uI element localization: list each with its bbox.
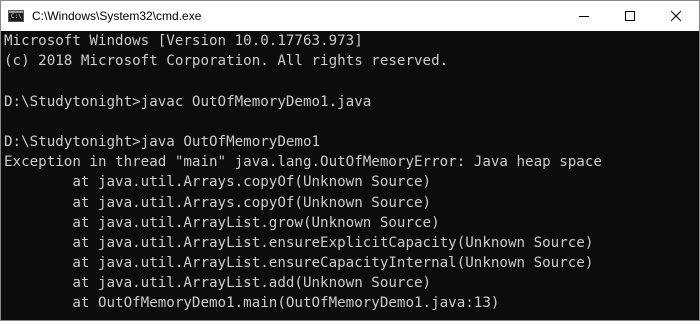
console-output[interactable]: Microsoft Windows [Version 10.0.17763.97… [1, 31, 699, 320]
cmd-icon-glyph: C:\ [11, 13, 22, 20]
window-title: C:\Windows\System32\cmd.exe [32, 9, 202, 23]
title-bar[interactable]: C:\ C:\Windows\System32\cmd.exe [1, 1, 699, 31]
console-line: Exception in thread "main" java.lang.Out… [4, 154, 602, 171]
console-line: at java.util.ArrayList.grow(Unknown Sour… [4, 214, 440, 231]
close-button[interactable] [653, 1, 699, 31]
console-line: at java.util.ArrayList.add(Unknown Sourc… [4, 275, 432, 292]
close-icon [671, 11, 681, 21]
console-line: at java.util.ArrayList.ensureExplicitCap… [4, 234, 594, 251]
console-line: Microsoft Windows [Version 10.0.17763.97… [4, 33, 363, 49]
console-lines: Microsoft Windows [Version 10.0.17763.97… [4, 31, 602, 314]
console-line: (c) 2018 Microsoft Corporation. All righ… [4, 53, 449, 70]
console-line: at java.util.ArrayList.ensureCapacityInt… [4, 255, 594, 272]
minimize-button[interactable] [561, 1, 607, 31]
console-line: D:\Studytonight>java OutOfMemoryDemo1 [4, 133, 321, 150]
console-line: D:\Studytonight>javac OutOfMemoryDemo1.j… [4, 93, 372, 110]
maximize-button[interactable] [607, 1, 653, 31]
cmd-console-icon[interactable]: C:\ [8, 10, 24, 22]
console-line: at java.util.Arrays.copyOf(Unknown Sourc… [4, 194, 432, 211]
maximize-icon [625, 11, 635, 21]
cmd-window: C:\ C:\Windows\System32\cmd.exe Microsof… [0, 0, 700, 321]
minimize-icon [579, 11, 589, 21]
window-controls [561, 1, 699, 31]
console-line: at java.util.Arrays.copyOf(Unknown Sourc… [4, 174, 432, 191]
console-line: at OutOfMemoryDemo1.main(OutOfMemoryDemo… [4, 295, 500, 312]
